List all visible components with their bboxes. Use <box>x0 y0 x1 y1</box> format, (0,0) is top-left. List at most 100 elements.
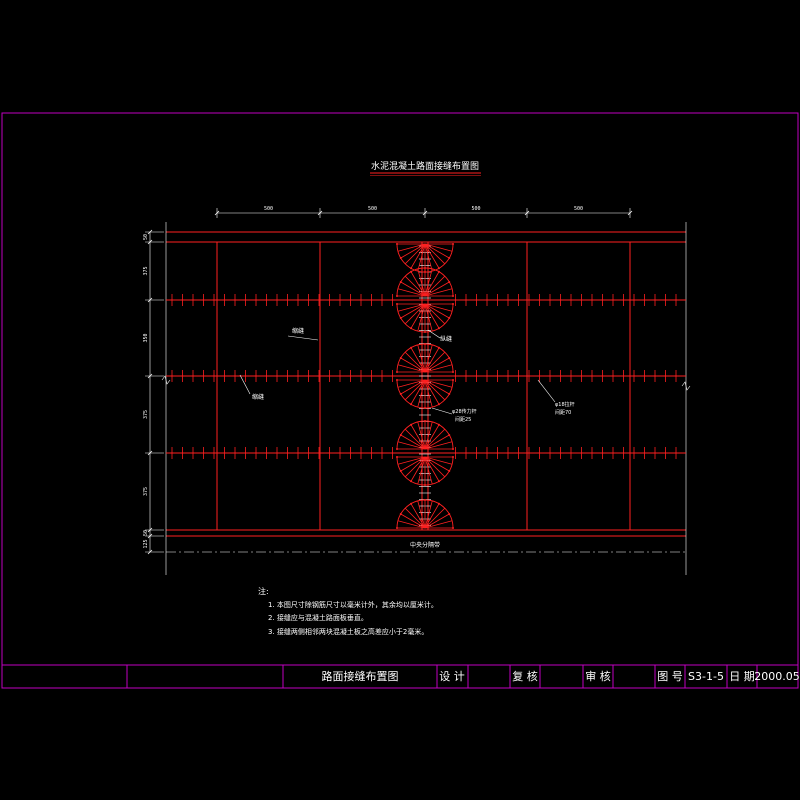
fan-node <box>452 371 454 373</box>
fan-node <box>410 480 412 483</box>
fan-node <box>448 281 451 283</box>
fan-node <box>452 456 454 458</box>
tb-drawing-name: 路面接缝布置图 <box>322 669 399 683</box>
fan-node <box>448 357 451 359</box>
label-tie-bar: φ18拉杆 <box>555 401 575 408</box>
fan-node <box>452 303 454 305</box>
fan-node <box>396 527 398 529</box>
fan-node <box>410 423 412 426</box>
fan-node <box>410 403 412 406</box>
label-tie-spacing: 间距70 <box>555 409 571 416</box>
fan-node <box>424 267 426 269</box>
cad-drawing: 水泥混凝土路面接缝布置图 500 500 500 500503753503753755… <box>1 112 800 689</box>
fan-node <box>448 317 451 319</box>
note-2: 2. 接缝应与混凝土路面板垂直。 <box>268 613 368 622</box>
fan-node <box>424 484 426 486</box>
fan-node <box>424 420 426 422</box>
leader-tie-bar <box>537 379 556 403</box>
fan-node <box>410 346 412 349</box>
fan-node <box>399 393 402 395</box>
tb-design: 设 计 <box>439 670 465 683</box>
notes-title: 注: <box>258 586 269 596</box>
left-dim-text: 375 <box>143 487 149 496</box>
label-median: 中央分隔带 <box>410 541 440 549</box>
fan-node <box>396 379 398 381</box>
tb-review: 复 核 <box>512 669 538 683</box>
fan-node <box>438 267 440 270</box>
tb-date: 2000.05 <box>754 670 800 683</box>
fan-node <box>396 456 398 458</box>
top-dim-text: 500 <box>368 206 377 212</box>
fan-node <box>424 343 426 345</box>
fan-node <box>399 470 402 472</box>
fan-node <box>448 434 451 436</box>
top-dim-text: 500 <box>471 206 480 212</box>
left-dim-text: 50 <box>143 530 149 536</box>
fan-node <box>424 407 426 409</box>
left-dim-text: 125 <box>143 539 149 548</box>
label-longitudinal-joint: 纵缝 <box>440 335 452 343</box>
label-dowel-spacing: 间距25 <box>455 416 471 423</box>
fan-node <box>452 243 454 245</box>
drawing-title: 水泥混凝土路面接缝布置图 <box>371 160 479 172</box>
fan-node <box>399 357 402 359</box>
fan-node <box>448 393 451 395</box>
fan-node <box>452 295 454 297</box>
leader-contraction-joint-top <box>287 335 319 341</box>
note-1: 1. 本图尺寸除钢筋尺寸以毫米计外，其余均以厘米计。 <box>268 600 438 609</box>
tb-sheet-no-label: 图 号 <box>657 670 683 683</box>
fan-node <box>396 295 398 297</box>
fan-node <box>396 243 398 245</box>
left-dim-text: 375 <box>143 410 149 419</box>
fan-node <box>448 257 451 259</box>
fan-node <box>438 327 440 330</box>
left-dim-text: 375 <box>143 266 149 275</box>
note-3: 3. 接缝两侧相邻两块混凝土板之高差应小于2毫米。 <box>268 627 428 636</box>
fan-node <box>396 448 398 450</box>
fan-row1-lower <box>396 303 454 333</box>
fan-node <box>410 267 412 270</box>
fan-node <box>396 303 398 305</box>
fan-node <box>424 331 426 333</box>
top-dim-text: 500 <box>574 206 583 212</box>
fan-row3-lower <box>396 456 454 486</box>
label-dowel-bar: φ28传力杆 <box>452 408 477 415</box>
fan-node <box>424 499 426 501</box>
leader-contraction-joint-mid <box>239 374 251 395</box>
left-dim-text: 50 <box>143 234 149 240</box>
fan-node <box>438 403 440 406</box>
fan-node <box>399 513 402 515</box>
label-contraction-joint-top: 缩缝 <box>292 327 304 335</box>
fan-row2-lower <box>396 379 454 409</box>
fan-node <box>452 527 454 529</box>
fan-node <box>438 423 440 426</box>
tb-date-label: 日 期 <box>729 670 755 683</box>
fan-node <box>448 470 451 472</box>
fan-node <box>448 513 451 515</box>
tb-sheet-no: S3-1-5 <box>688 670 724 683</box>
fan-node <box>438 270 440 273</box>
fan-node <box>410 270 412 273</box>
fan-node <box>452 448 454 450</box>
fan-node <box>399 281 402 283</box>
fan-node <box>399 317 402 319</box>
slab-layout <box>161 222 691 575</box>
fan-node <box>438 502 440 505</box>
fan-node <box>410 502 412 505</box>
fan-node <box>452 379 454 381</box>
left-dim-text: 350 <box>143 333 149 342</box>
fan-row1-upper <box>396 267 454 297</box>
fan-node <box>399 434 402 436</box>
dimension-lines: 500 500 500 500 50 375 350 375 375 50 125 <box>143 206 633 555</box>
fan-node <box>396 371 398 373</box>
fan-node <box>399 257 402 259</box>
tb-approve: 审 核 <box>585 669 611 683</box>
label-contraction-joint-mid: 缩缝 <box>252 393 264 401</box>
fan-node <box>410 327 412 330</box>
fan-bottom <box>396 499 454 529</box>
fan-node <box>438 480 440 483</box>
fan-row2-upper <box>396 343 454 373</box>
fan-node <box>438 346 440 349</box>
top-dim-text: 500 <box>264 206 273 212</box>
leader-dowel-bar <box>431 407 453 415</box>
